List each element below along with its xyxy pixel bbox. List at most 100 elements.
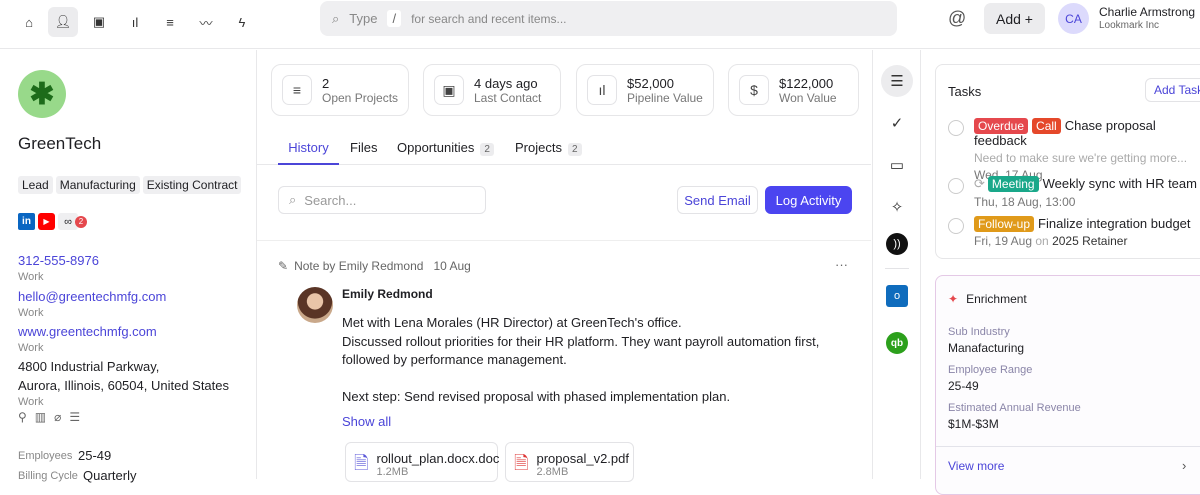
field-value: Manafacturing [948, 341, 1025, 355]
stat-label: Open Projects [322, 90, 399, 105]
task-desc: Need to make sure we're getting more... [974, 151, 1188, 165]
task-title[interactable]: Weekly sync with HR team [1043, 176, 1197, 191]
feed-icon[interactable]: )) [886, 233, 908, 255]
signal-bars-icon[interactable]: ıl [120, 7, 150, 37]
tab-history[interactable]: History [278, 140, 339, 165]
note-line: Next step: Send revised proposal with ph… [342, 388, 731, 404]
search-icon: ⌕ [332, 10, 340, 26]
quickbooks-icon[interactable]: qb [886, 332, 908, 354]
author-avatar [297, 287, 333, 323]
phone-type: Work [18, 271, 44, 283]
field-label: Billing Cycle [18, 470, 78, 482]
enrichment-card: ✦ Enrichment Sub Industry Manafacturing Em… [935, 275, 1200, 495]
phone-link[interactable]: 312-555-8976 [18, 253, 99, 268]
field-value: 25-49 [948, 379, 979, 393]
youtube-icon[interactable]: ▶ [38, 213, 55, 230]
email-link[interactable]: hello@greentechmfg.com [18, 289, 166, 304]
task-checkbox[interactable] [948, 218, 964, 234]
sparkle-icon: ✦ [948, 292, 959, 306]
panels-icon[interactable]: ☰ [881, 65, 913, 97]
map-icon[interactable]: ▥ [35, 410, 46, 424]
divider [885, 268, 909, 269]
email-type: Work [18, 307, 44, 319]
note-date: 10 Aug [433, 259, 471, 273]
attachment[interactable]: 🗎 proposal_v2.pdf 2.8MB [505, 442, 634, 482]
linkedin-icon[interactable]: in [18, 213, 35, 230]
enrichment-title: Enrichment [966, 292, 1027, 306]
call-pill: Call [1032, 118, 1061, 134]
outlook-icon[interactable]: o [886, 285, 908, 307]
map-pin-icon[interactable]: ⚲ [18, 410, 27, 424]
note-author-label: Note by Emily Redmond [294, 259, 424, 273]
stat-last-contact: ▣ 4 days ago Last Contact [423, 64, 561, 116]
calendar-icon: ▣ [434, 75, 464, 105]
tasks-card: Tasks Add Task Overdue Call Chase proposal… [935, 64, 1200, 259]
enrichment-fields: Sub Industry Manafacturing Employee Range… [948, 324, 1081, 432]
task-checkbox[interactable] [948, 120, 964, 136]
task-title[interactable]: Finalize integration budget [1038, 216, 1191, 231]
calendar-icon[interactable]: ▣ [84, 7, 114, 37]
user-avatar[interactable]: CA [1058, 3, 1089, 34]
list-icon[interactable]: ☰ [69, 410, 80, 424]
view-more-link[interactable]: View more [948, 459, 1004, 473]
note-header: ✎ Note by Emily Redmond 10 Aug [278, 259, 471, 273]
stat-pipeline-value: ıl $52,000 Pipeline Value [576, 64, 714, 116]
show-all-link[interactable]: Show all [342, 414, 391, 429]
add-task-button[interactable]: Add Task [1145, 78, 1200, 102]
tag: Manufacturing [55, 176, 140, 194]
address-line1: 4800 Industrial Parkway, [18, 359, 160, 374]
more-options-icon[interactable]: ··· [835, 257, 848, 272]
field-label: Estimated Annual Revenue [948, 402, 1081, 414]
side-rail: ☰ ✓ ▭ ✧ )) o qb [872, 50, 921, 479]
task-item: Follow-up Finalize integration budget Fri,… [948, 216, 1200, 248]
field-value: Quarterly [83, 468, 137, 483]
activity-icon[interactable]: 〰 [191, 7, 221, 37]
paperclip-icon[interactable]: ⌀ [54, 410, 61, 424]
tab-label: Projects [515, 140, 562, 155]
file-size: 1.2MB [376, 466, 409, 478]
log-activity-button[interactable]: Log Activity [765, 186, 852, 214]
attachment[interactable]: 🗎 rollout_plan.docx.doc 1.2MB [345, 442, 499, 482]
follow-up-pill: Follow-up [974, 216, 1035, 232]
top-bar: ⌂ 👤︎ ▣ ıl ≡ 〰 ϟ ⌕ Type / for search and … [0, 0, 1200, 49]
tab-files[interactable]: Files [350, 140, 377, 155]
tab-opportunities[interactable]: Opportunities 2 [397, 140, 494, 156]
company-name: GreenTech [18, 134, 102, 153]
check-circle-icon[interactable]: ✓ [881, 107, 913, 139]
tab-count: 2 [567, 143, 582, 156]
chevron-right-icon[interactable]: › [1182, 458, 1186, 473]
task-on: on [1035, 234, 1049, 248]
add-button[interactable]: Add + [984, 3, 1045, 34]
send-email-button[interactable]: Send Email [677, 186, 758, 214]
home-icon[interactable]: ⌂ [14, 7, 44, 37]
user-name[interactable]: Charlie Armstrong [1099, 5, 1195, 19]
chat-icon[interactable]: ▭ [881, 149, 913, 181]
mentions-icon[interactable]: @ [948, 8, 966, 29]
sparkle-icon[interactable]: ✧ [881, 191, 913, 223]
address-line2: Aurora, Illinois, 60504, United States [18, 378, 230, 393]
stat-label: Last Contact [474, 90, 542, 105]
contacts-icon[interactable]: 👤︎ [48, 7, 78, 37]
tag: Lead [18, 176, 53, 194]
dollar-icon: $ [739, 75, 769, 105]
tab-label: Opportunities [397, 140, 475, 155]
history-search-input[interactable]: ⌕ Search... [278, 186, 486, 214]
divider [257, 240, 871, 241]
lightning-icon[interactable]: ϟ [227, 7, 257, 37]
shortcut-key: / [387, 10, 402, 27]
overdue-pill: Overdue [974, 118, 1029, 134]
tag: Existing Contract [142, 176, 242, 194]
website-link[interactable]: www.greentechmfg.com [18, 324, 157, 339]
task-checkbox[interactable] [948, 178, 964, 194]
stat-value: 4 days ago [474, 75, 538, 91]
task-project[interactable]: 2025 Retainer [1052, 234, 1127, 248]
search-icon: ⌕ [289, 192, 297, 207]
task-item: Overdue Call Chase proposal feedback Need t… [948, 118, 1200, 182]
stat-value: 2 [322, 75, 330, 91]
stat-open-projects: ≡ 2 Open Projects [271, 64, 409, 116]
tab-projects[interactable]: Projects 2 [515, 140, 582, 156]
global-search[interactable]: ⌕ Type / for search and recent items... [320, 1, 897, 36]
list-icon[interactable]: ≡ [155, 7, 185, 37]
field-label: Sub Industry [948, 326, 1010, 338]
doc-file-icon: 🗎 [354, 453, 369, 473]
